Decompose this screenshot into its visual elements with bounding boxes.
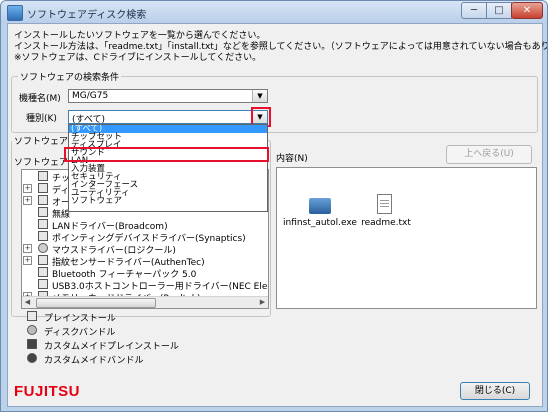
model-label: 機種名(M) <box>19 94 61 104</box>
sound-option-highlight <box>64 147 269 162</box>
disc-icon <box>38 243 48 253</box>
instruction-line: インストール方法は、「readme.txt」「install.txt」などを参照… <box>14 42 548 52</box>
model-select-value: MG/G75 <box>72 91 109 101</box>
expand-icon[interactable]: + <box>23 244 32 253</box>
legend-label: カスタムメイドバンドル <box>44 356 144 366</box>
install-icon <box>38 171 48 181</box>
type-label: 種別(K) <box>26 114 57 124</box>
title-bar[interactable]: ソフトウェアディスク検索 ─ □ ✕ <box>1 1 547 23</box>
legend-label: カスタムメイドプレインストール <box>44 342 179 352</box>
type-dropdown-list[interactable]: (すべて) チップセット ディスプレイ サウンド LAN 入力装置 セキュリティ… <box>68 124 268 212</box>
exe-file-icon <box>309 198 331 214</box>
file-name: readme.txt <box>361 218 411 228</box>
scroll-right-icon[interactable]: ▶ <box>257 297 268 308</box>
install-icon <box>38 207 48 217</box>
install-icon <box>38 183 48 193</box>
expand-icon[interactable]: + <box>23 184 32 193</box>
install-icon <box>38 267 48 277</box>
text-file-icon <box>377 194 392 214</box>
type-select[interactable]: (すべて) ▼ <box>68 110 268 125</box>
model-select[interactable]: MG/G75 ▼ <box>68 89 268 103</box>
legend-label: プレインストール <box>44 314 116 324</box>
window-title: ソフトウェアディスク検索 <box>27 10 147 21</box>
minimize-button[interactable]: ─ <box>461 2 487 19</box>
install-icon <box>38 255 48 265</box>
legend-label: ディスクバンドル <box>44 328 116 338</box>
horizontal-scrollbar[interactable]: ◀ ▶ <box>22 296 268 308</box>
software-disc-search-window: ソフトウェアディスク検索 ─ □ ✕ インストールしたいソフトウェアを一覧から選… <box>0 0 548 412</box>
fujitsu-logo: FUJITSU <box>14 383 81 400</box>
file-item[interactable]: readme.txt <box>347 192 425 236</box>
up-back-button[interactable]: 上へ戻る(U) <box>446 145 532 164</box>
dropdown-option[interactable]: ソフトウェア <box>69 197 267 206</box>
custom-preinstall-icon <box>27 339 37 349</box>
client-area: インストールしたいソフトウェアを一覧から選んでください。 インストール方法は、「… <box>7 23 547 407</box>
close-button[interactable]: 閉じる(C) <box>460 382 530 400</box>
contents-label: 内容(N) <box>276 154 308 164</box>
contents-pane[interactable]: infinst_autol.exe readme.txt <box>276 167 537 309</box>
install-icon <box>38 219 48 229</box>
preinstall-icon <box>27 311 37 321</box>
maximize-button[interactable]: □ <box>486 2 512 19</box>
search-conditions-title: ソフトウェアの検索条件 <box>18 70 122 83</box>
install-icon <box>38 279 48 289</box>
scroll-left-icon[interactable]: ◀ <box>22 297 33 308</box>
instructions: インストールしたいソフトウェアを一覧から選んでください。 インストール方法は、「… <box>14 31 548 64</box>
install-icon <box>38 195 48 205</box>
scroll-thumb[interactable] <box>36 298 156 308</box>
instruction-line: インストールしたいソフトウェアを一覧から選んでください。 <box>14 31 266 41</box>
disc-bundle-icon <box>27 325 37 335</box>
custom-bundle-icon <box>27 353 37 363</box>
expand-icon[interactable]: + <box>23 256 32 265</box>
install-icon <box>38 231 48 241</box>
close-window-button[interactable]: ✕ <box>511 2 543 19</box>
instruction-line: ※ソフトウェアは、Cドライブにインストールしてください。 <box>14 53 262 63</box>
app-icon <box>7 5 23 21</box>
chevron-down-icon[interactable]: ▼ <box>252 90 267 102</box>
expand-icon[interactable]: + <box>23 196 32 205</box>
